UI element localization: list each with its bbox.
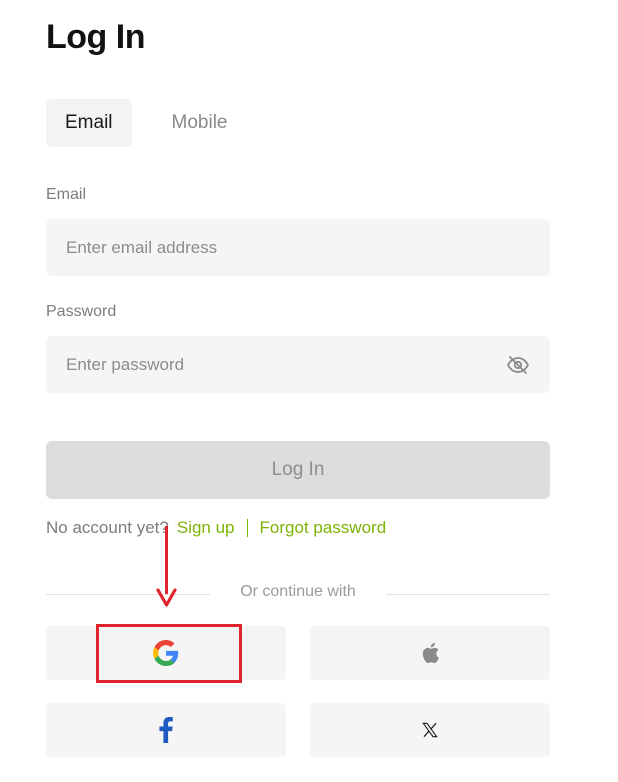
- forgot-password-link[interactable]: Forgot password: [260, 518, 387, 538]
- login-button[interactable]: Log In: [46, 441, 550, 499]
- x-login-button[interactable]: [310, 703, 550, 757]
- eye-off-icon[interactable]: [506, 353, 530, 377]
- signup-link[interactable]: Sign up: [177, 518, 235, 538]
- signup-row: No account yet? Sign up Forgot password: [46, 518, 386, 538]
- page-title: Log In: [46, 18, 145, 56]
- apple-icon: [422, 642, 439, 664]
- login-method-tabs: Email Mobile: [46, 99, 247, 147]
- or-continue-with-text: Or continue with: [240, 583, 356, 600]
- apple-login-button[interactable]: [310, 626, 550, 680]
- link-separator: [246, 519, 248, 537]
- password-field[interactable]: [46, 336, 486, 393]
- email-field-container: [46, 219, 550, 276]
- x-icon: [422, 722, 438, 738]
- annotation-arrow-head: [156, 588, 177, 607]
- tab-mobile[interactable]: Mobile: [150, 99, 247, 147]
- email-field[interactable]: [46, 219, 486, 276]
- password-label: Password: [46, 303, 117, 320]
- no-account-text: No account yet?: [46, 518, 169, 537]
- annotation-highlight-box: [96, 624, 242, 683]
- password-field-container: [46, 336, 550, 393]
- annotation-arrow-shaft: [165, 526, 168, 594]
- facebook-login-button[interactable]: [46, 703, 286, 757]
- facebook-icon: [159, 717, 173, 743]
- email-label: Email: [46, 186, 87, 203]
- tab-email[interactable]: Email: [46, 99, 132, 147]
